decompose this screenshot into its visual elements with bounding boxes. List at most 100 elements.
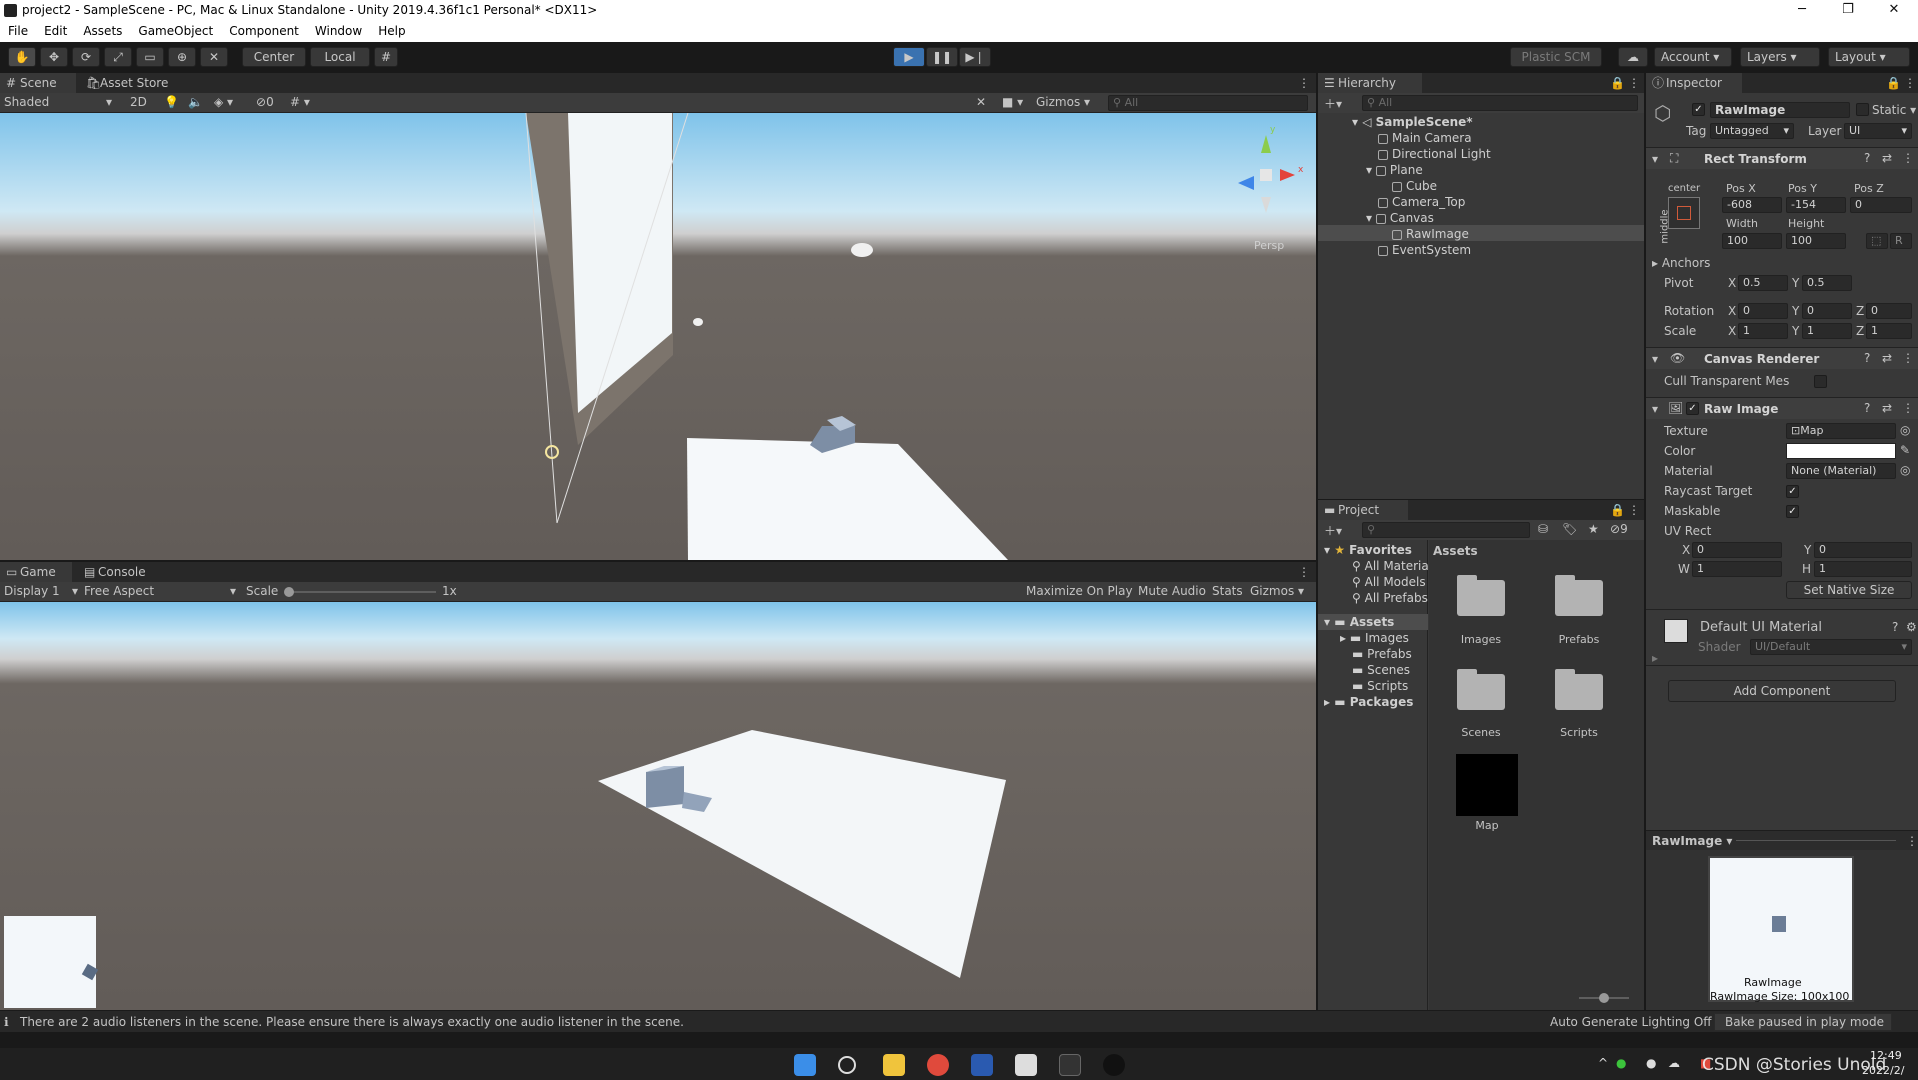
mode-2d-button[interactable]: 2D — [130, 93, 152, 111]
tree-folder-scripts[interactable]: ▬ Scripts — [1352, 679, 1408, 693]
rotate-tool-button[interactable]: ⟳ — [72, 47, 100, 67]
favorites-header[interactable]: ▾ ★ Favorites — [1324, 543, 1412, 557]
packages-folder[interactable]: ▸ ▬ Packages — [1324, 695, 1413, 709]
rot-y-input[interactable]: 0 — [1802, 303, 1852, 319]
custom-tool-button[interactable]: ✕ — [200, 47, 228, 67]
pivot-x-input[interactable]: 0.5 — [1738, 275, 1788, 291]
hierarchy-search-input[interactable]: ⚲ All — [1362, 95, 1638, 111]
tray-chevron-icon[interactable]: ^ — [1598, 1056, 1608, 1070]
tab-inspector[interactable]: ⓘ Inspector — [1646, 73, 1742, 93]
kebab-menu-icon[interactable]: ⋮ — [1628, 503, 1640, 517]
tab-hierarchy[interactable]: ☰ Hierarchy — [1318, 73, 1422, 93]
preview-dropdown[interactable]: RawImage ▾ — [1652, 834, 1732, 848]
menu-assets[interactable]: Assets — [75, 22, 130, 40]
object-name-input[interactable]: RawImage — [1710, 102, 1850, 118]
width-input[interactable]: 100 — [1722, 233, 1782, 249]
active-checkbox[interactable]: ✓ — [1692, 103, 1705, 116]
material-field[interactable]: None (Material) — [1786, 463, 1896, 479]
hierarchy-item-eventsystem[interactable]: EventSystem — [1378, 243, 1471, 257]
tab-project[interactable]: ▬ Project — [1318, 500, 1408, 520]
layout-dropdown[interactable]: Layout ▾ — [1828, 47, 1910, 67]
hierarchy-item-canvas[interactable]: ▾ Canvas — [1366, 211, 1434, 225]
rot-x-input[interactable]: 0 — [1738, 303, 1788, 319]
posx-input[interactable]: -608 — [1722, 197, 1782, 213]
account-dropdown[interactable]: Account ▾ — [1654, 47, 1732, 67]
create-button[interactable]: ＋▾ — [1324, 522, 1342, 539]
windows-start-icon[interactable] — [794, 1054, 816, 1076]
scene-search-input[interactable]: ⚲ All — [1108, 95, 1308, 111]
fav-all-prefabs[interactable]: ⚲ All Prefabs — [1352, 591, 1428, 605]
expand-arrow-icon[interactable]: ▸ — [1652, 651, 1658, 665]
scale-tool-button[interactable]: ⤢ — [104, 47, 132, 67]
add-component-button[interactable]: Add Component — [1668, 680, 1896, 702]
stats-button[interactable]: Stats — [1212, 582, 1243, 600]
folder-icon[interactable] — [1457, 575, 1505, 616]
pivot-center-button[interactable]: Center — [242, 47, 306, 67]
menu-edit[interactable]: Edit — [36, 22, 75, 40]
pivot-y-input[interactable]: 0.5 — [1802, 275, 1852, 291]
pause-button[interactable]: ❚❚ — [926, 47, 958, 67]
hidden-packages-icon[interactable]: ⊘9 — [1610, 522, 1628, 536]
canvas-renderer-header[interactable]: ▾ 👁 Canvas Renderer ? ⇄ ⋮ — [1646, 347, 1918, 369]
scale-slider-handle[interactable] — [284, 587, 294, 597]
asset-images[interactable]: Images — [1441, 633, 1521, 646]
menu-file[interactable]: File — [0, 22, 36, 40]
static-checkbox[interactable] — [1856, 103, 1869, 116]
search-by-label-icon[interactable]: 🏷 — [1562, 522, 1577, 536]
wechat-tray-icon[interactable]: ● — [1616, 1056, 1626, 1070]
asset-scenes[interactable]: Scenes — [1441, 726, 1521, 739]
kebab-menu-icon[interactable]: ⋮ — [1628, 76, 1640, 90]
aspect-dropdown[interactable]: Free Aspect ▾ — [84, 582, 236, 600]
preview-header[interactable]: RawImage ▾ ⋮ — [1646, 830, 1918, 850]
render-texture-icon[interactable] — [1456, 754, 1518, 816]
hand-tool-button[interactable]: ✋ — [8, 47, 36, 67]
raw-image-header[interactable]: ▾ 🖼 ✓ Raw Image ? ⇄ ⋮ — [1646, 397, 1918, 419]
game-gizmos-dropdown[interactable]: Gizmos ▾ — [1250, 582, 1312, 600]
color-swatch[interactable] — [1786, 443, 1896, 459]
hierarchy-item-samplescene[interactable]: ▾ ◁ SampleScene* — [1352, 115, 1473, 129]
menu-component[interactable]: Component — [221, 22, 307, 40]
breadcrumb[interactable]: Assets — [1433, 544, 1478, 558]
unity-editor-icon[interactable] — [1059, 1054, 1081, 1076]
maximize-on-play-button[interactable]: Maximize On Play — [1026, 582, 1133, 600]
status-message[interactable]: There are 2 audio listeners in the scene… — [20, 1015, 684, 1029]
cloud-tray-icon[interactable]: ☁ — [1668, 1056, 1680, 1070]
word-icon[interactable] — [971, 1054, 993, 1076]
cull-checkbox[interactable] — [1814, 375, 1827, 388]
raycast-checkbox[interactable]: ✓ — [1786, 485, 1799, 498]
grid-dropdown-icon[interactable]: # ▾ — [290, 93, 310, 111]
kebab-menu-icon[interactable]: ⋮ — [1902, 351, 1914, 365]
object-picker-icon[interactable]: ◎ — [1900, 463, 1910, 477]
scale-y-input[interactable]: 1 — [1802, 323, 1852, 339]
uv-y-input[interactable]: 0 — [1814, 542, 1912, 558]
shader-dropdown[interactable]: UI/Default ▾ — [1750, 639, 1912, 655]
uv-w-input[interactable]: 1 — [1692, 561, 1782, 577]
hidden-count-icon[interactable]: ⊘0 — [256, 93, 274, 111]
scale-z-input[interactable]: 1 — [1866, 323, 1912, 339]
layer-dropdown[interactable]: UI ▾ — [1844, 123, 1912, 139]
set-native-size-button[interactable]: Set Native Size — [1786, 581, 1912, 599]
kebab-menu-icon[interactable]: ⋮ — [1298, 565, 1310, 579]
rot-z-input[interactable]: 0 — [1866, 303, 1912, 319]
uv-x-input[interactable]: 0 — [1692, 542, 1782, 558]
help-icon[interactable]: ? — [1864, 351, 1870, 365]
kebab-menu-icon[interactable]: ⋮ — [1902, 151, 1914, 165]
grid-snap-button[interactable]: # — [374, 47, 398, 67]
raw-image-enabled-checkbox[interactable]: ✓ — [1686, 402, 1699, 415]
rect-tool-button[interactable]: ▭ — [136, 47, 164, 67]
texture-field[interactable]: ⊡Map — [1786, 423, 1896, 439]
tab-asset-store[interactable]: 🛍 Asset Store — [80, 73, 180, 93]
folder-icon[interactable] — [1457, 669, 1505, 710]
play-button[interactable]: ▶ — [893, 47, 925, 67]
transform-tool-button[interactable]: ⊕ — [168, 47, 196, 67]
gear-icon[interactable]: ⚙ — [1906, 620, 1917, 634]
fav-all-materials[interactable]: ⚲ All Materia — [1352, 559, 1429, 573]
static-dropdown[interactable]: Static ▾ — [1872, 103, 1916, 117]
help-icon[interactable]: ? — [1864, 151, 1870, 165]
blueprint-mode-button[interactable]: ⬚ — [1866, 233, 1888, 249]
folder-icon[interactable] — [1555, 575, 1603, 616]
effects-dropdown-icon[interactable]: ◈ ▾ — [214, 93, 233, 111]
search-by-type-icon[interactable]: ⛁ — [1538, 522, 1548, 536]
menu-help[interactable]: Help — [370, 22, 413, 40]
eyedropper-icon[interactable]: ✎ — [1900, 443, 1910, 457]
